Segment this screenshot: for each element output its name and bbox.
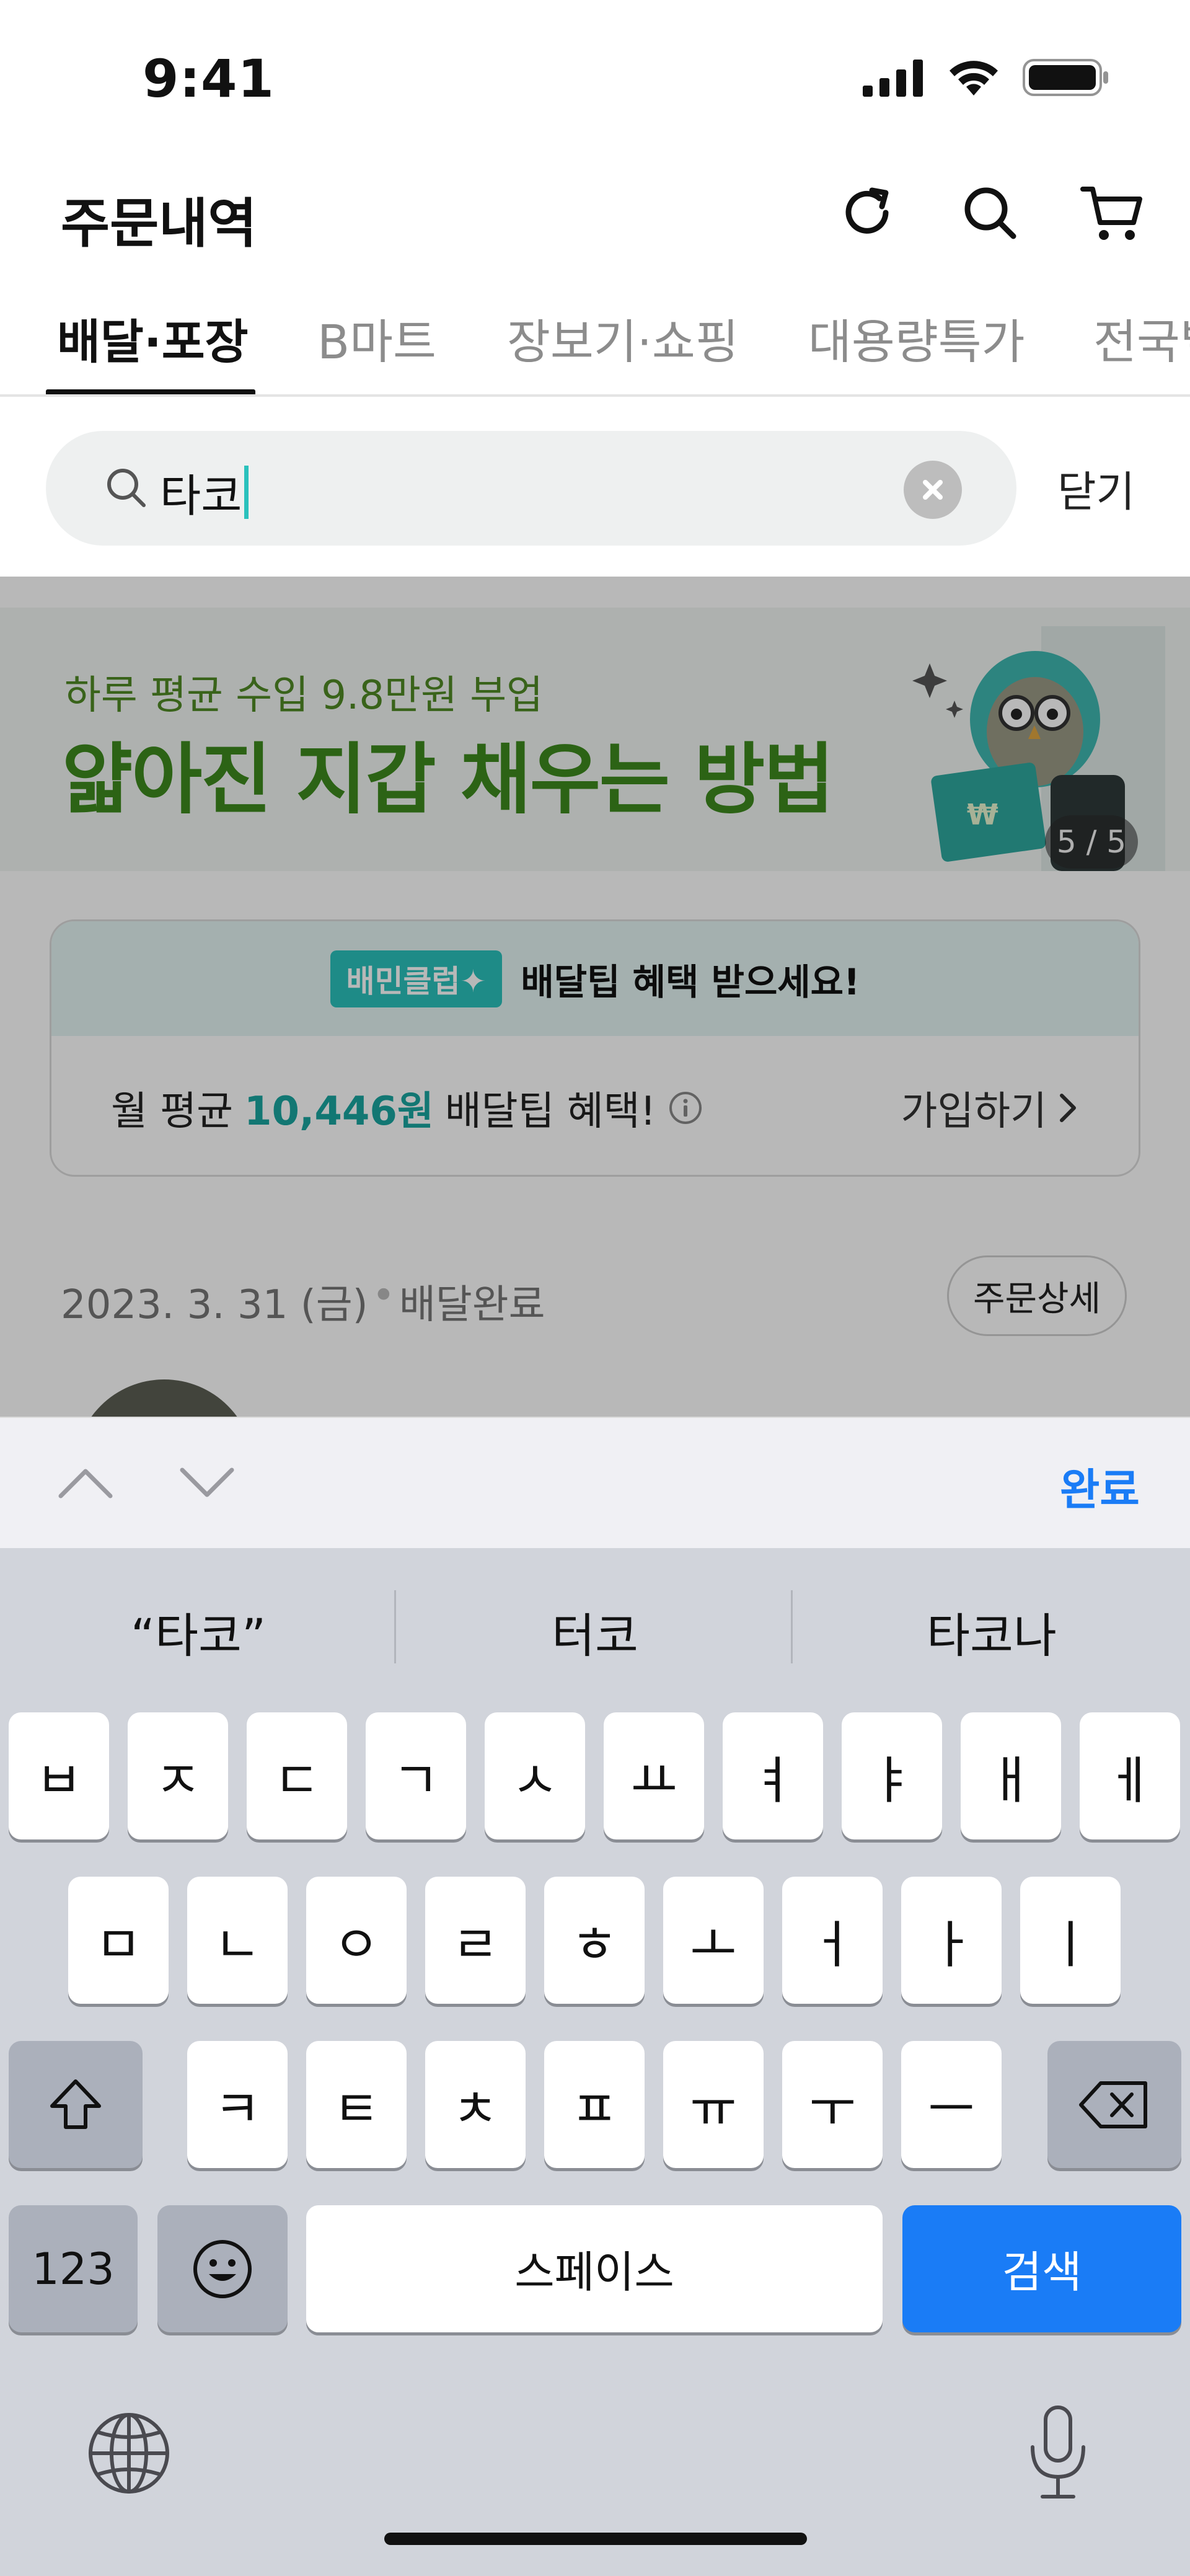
suggestion-divider	[394, 1590, 396, 1663]
key-k[interactable]: ㅋ	[187, 2041, 288, 2168]
key-yo[interactable]: ㅛ	[604, 1712, 704, 1839]
key-n[interactable]: ㄴ	[187, 1877, 288, 2004]
search-input[interactable]: 타코	[46, 431, 1016, 546]
battery-icon	[1023, 59, 1108, 96]
cart-icon	[1080, 187, 1142, 240]
order-list-content: 하루 평균 수입 9.8만원 부업 얇아진 지갑 채우는 방법 ₩ 5 / 5 …	[0, 577, 1190, 1417]
home-indicator[interactable]	[384, 2533, 807, 2545]
suggestion-divider	[791, 1590, 793, 1663]
key-p[interactable]: ㅍ	[544, 2041, 645, 2168]
status-bar: 9:41	[0, 0, 1190, 149]
clear-search-button[interactable]	[904, 461, 962, 519]
search-text: 타코	[160, 470, 242, 522]
key-ya[interactable]: ㅑ	[842, 1712, 942, 1839]
search-key[interactable]: 검색	[902, 2205, 1181, 2332]
cart-button[interactable]	[1078, 179, 1147, 247]
chevron-up-icon[interactable]	[55, 1461, 117, 1505]
key-b[interactable]: ㅂ	[9, 1712, 109, 1839]
space-key[interactable]: 스페이스	[306, 2205, 883, 2332]
key-ng[interactable]: ㅇ	[306, 1877, 407, 2004]
key-s[interactable]: ㅅ	[485, 1712, 585, 1839]
key-o[interactable]: ㅗ	[663, 1877, 764, 2004]
status-time: 9:41	[143, 48, 275, 109]
key-t[interactable]: ㅌ	[306, 2041, 407, 2168]
search-icon	[107, 469, 146, 507]
key-ch[interactable]: ㅊ	[425, 2041, 526, 2168]
refresh-button[interactable]	[833, 179, 901, 247]
key-ae[interactable]: ㅐ	[961, 1712, 1061, 1839]
shift-icon	[50, 2079, 101, 2129]
chevron-down-icon[interactable]	[176, 1461, 238, 1505]
key-e[interactable]: ㅔ	[1080, 1712, 1180, 1839]
numbers-key[interactable]: 123	[9, 2205, 138, 2332]
header: 주문내역	[0, 149, 1190, 273]
suggestion-1[interactable]: “타코”	[0, 1598, 397, 1666]
search-icon	[964, 187, 1016, 239]
keyboard-accessory-bar: 완료	[0, 1417, 1190, 1548]
clear-icon	[923, 480, 943, 500]
key-yeo[interactable]: ㅕ	[723, 1712, 823, 1839]
shift-key[interactable]	[9, 2041, 143, 2168]
suggestion-3[interactable]: 타코나	[793, 1598, 1190, 1666]
close-search-button[interactable]: 닫기	[1057, 458, 1135, 519]
key-u[interactable]: ㅜ	[782, 2041, 883, 2168]
backspace-icon	[1079, 2081, 1147, 2128]
key-eu[interactable]: ㅡ	[901, 2041, 1002, 2168]
korean-keyboard: “타코” 터코 타코나 ㅂ ㅈ ㄷ ㄱ ㅅ ㅛ ㅕ ㅑ ㅐ ㅔ ㅁ ㄴ ㅇ ㄹ …	[0, 1548, 1190, 2576]
status-icons	[863, 57, 1109, 98]
backspace-key[interactable]	[1047, 2041, 1181, 2168]
microphone-icon[interactable]	[1024, 2404, 1092, 2503]
suggestion-2[interactable]: 터코	[397, 1598, 793, 1666]
tab-bmart[interactable]: B마트	[317, 304, 436, 372]
key-eo[interactable]: ㅓ	[782, 1877, 883, 2004]
category-tabs: 배달·포장 B마트 장보기·쇼핑 대용량특가 전국별미	[0, 285, 1190, 397]
tab-grocery-shopping[interactable]: 장보기·쇼핑	[507, 304, 739, 372]
search-value: 타코	[160, 459, 249, 524]
key-g[interactable]: ㄱ	[366, 1712, 466, 1839]
header-actions	[833, 179, 1147, 247]
key-m[interactable]: ㅁ	[68, 1877, 169, 2004]
cellular-signal-icon	[863, 60, 923, 97]
search-row: 타코 닫기	[0, 397, 1190, 577]
text-caret	[244, 465, 249, 519]
tab-nationwide[interactable]: 전국별미	[1093, 304, 1190, 372]
key-h[interactable]: ㅎ	[544, 1877, 645, 2004]
key-d[interactable]: ㄷ	[247, 1712, 347, 1839]
key-j[interactable]: ㅈ	[128, 1712, 228, 1839]
globe-icon[interactable]	[86, 2410, 172, 2497]
search-button[interactable]	[956, 179, 1024, 247]
emoji-key[interactable]	[157, 2205, 288, 2332]
tab-bulk-deals[interactable]: 대용량특가	[808, 304, 1025, 372]
wifi-icon	[950, 61, 998, 95]
key-i[interactable]: ㅣ	[1020, 1877, 1121, 2004]
active-tab-indicator	[46, 389, 255, 394]
key-a[interactable]: ㅏ	[901, 1877, 1002, 2004]
page-title: 주문내역	[61, 193, 257, 255]
done-button[interactable]: 완료	[1060, 1455, 1140, 1518]
suggestion-bar: “타코” 터코 타코나	[0, 1548, 1190, 1697]
key-yu[interactable]: ㅠ	[663, 2041, 764, 2168]
key-r[interactable]: ㄹ	[425, 1877, 526, 2004]
tab-delivery[interactable]: 배달·포장	[57, 304, 249, 372]
refresh-icon	[845, 187, 889, 234]
dim-overlay	[0, 577, 1190, 1417]
emoji-icon	[193, 2239, 252, 2298]
